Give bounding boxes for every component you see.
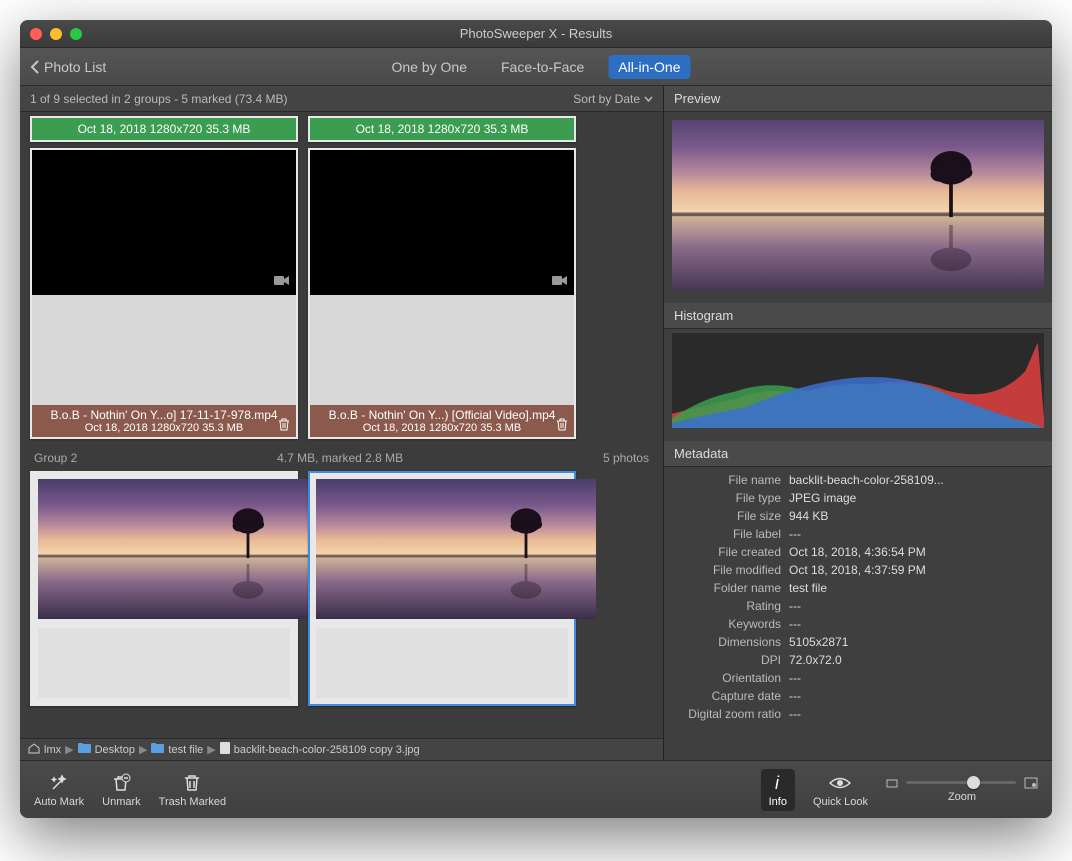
group-header: Group 2 4.7 MB, marked 2.8 MB 5 photos: [30, 445, 653, 471]
tab-one-by-one[interactable]: One by One: [382, 55, 478, 79]
group-size: 4.7 MB, marked 2.8 MB: [277, 451, 403, 465]
thumbnail-card-selected[interactable]: [308, 471, 576, 706]
video-icon: [552, 273, 568, 291]
meta-capturedate: ---: [789, 689, 1042, 703]
meta-filecreated: Oct 18, 2018, 4:36:54 PM: [789, 545, 1042, 559]
meta-dpi: 72.0x72.0: [789, 653, 1042, 667]
back-label: Photo List: [44, 59, 106, 75]
histogram: [664, 329, 1052, 441]
bottom-toolbar: Auto Mark Unmark Trash Marked i Info Qui…: [20, 760, 1052, 818]
filename-label: B.o.B - Nothin' On Y...) [Official Video…: [310, 408, 574, 422]
preview-panel-header: Preview: [664, 86, 1052, 112]
breadcrumb-segment[interactable]: lmx: [44, 744, 61, 756]
folder-icon: [78, 743, 91, 756]
meta-keywords: ---: [789, 617, 1042, 631]
breadcrumb-segment[interactable]: Desktop: [95, 744, 135, 756]
metadata-panel-header: Metadata: [664, 441, 1052, 467]
zoom-track[interactable]: [906, 781, 1016, 784]
thumbnail-card[interactable]: [30, 471, 298, 706]
thumbnail-card[interactable]: B.o.B - Nothin' On Y...) [Official Video…: [308, 148, 576, 439]
eye-icon: [829, 772, 851, 794]
unmark-icon: [111, 772, 131, 794]
sort-dropdown[interactable]: Sort by Date: [573, 92, 653, 106]
thumbnail-padding: [32, 295, 296, 405]
zoom-slider[interactable]: Zoom: [886, 777, 1038, 803]
thumbnail-card[interactable]: Oct 18, 2018 1280x720 35.3 MB: [308, 116, 576, 142]
selection-status: 1 of 9 selected in 2 groups - 5 marked (…: [30, 92, 287, 106]
meta-filesize: 944 KB: [789, 509, 1042, 523]
quick-look-button[interactable]: Quick Look: [813, 772, 868, 808]
info-button[interactable]: i Info: [761, 769, 795, 811]
thumbnail-card[interactable]: Oct 18, 2018 1280x720 35.3 MB: [30, 116, 298, 142]
meta-orientation: ---: [789, 671, 1042, 685]
video-thumbnail: [32, 150, 296, 295]
metadata-table: File namebacklit-beach-color-258109... F…: [664, 467, 1052, 727]
breadcrumb: lmx ▶ Desktop ▶ test file ▶ backlit-beac…: [20, 738, 663, 760]
histogram-panel-header: Histogram: [664, 303, 1052, 329]
meta-filelabel: ---: [789, 527, 1042, 541]
meta-filemodified: Oct 18, 2018, 4:37:59 PM: [789, 563, 1042, 577]
tab-all-in-one[interactable]: All-in-One: [608, 55, 690, 79]
tab-face-to-face[interactable]: Face-to-Face: [491, 55, 594, 79]
filename-label: B.o.B - Nothin' On Y...o] 17-11-17-978.m…: [32, 408, 296, 422]
trash-marked-button[interactable]: Trash Marked: [159, 772, 226, 808]
trash-icon: [183, 772, 201, 794]
meta-digitalzoom: ---: [789, 707, 1042, 721]
close-window-button[interactable]: [30, 28, 42, 40]
thumbnail-card[interactable]: B.o.B - Nothin' On Y...o] 17-11-17-978.m…: [30, 148, 298, 439]
titlebar: PhotoSweeper X - Results: [20, 20, 1052, 48]
breadcrumb-segment[interactable]: backlit-beach-color-258109 copy 3.jpg: [234, 744, 420, 756]
trash-icon[interactable]: [278, 418, 290, 434]
window-title: PhotoSweeper X - Results: [460, 26, 612, 41]
image-thumbnail: [38, 479, 318, 619]
file-meta-label: Oct 18, 2018 1280x720 35.3 MB: [310, 422, 574, 434]
video-icon: [274, 273, 290, 291]
info-bar-marked: B.o.B - Nothin' On Y...) [Official Video…: [310, 405, 574, 437]
svg-text:i: i: [775, 774, 780, 792]
wand-icon: [49, 772, 69, 794]
toolbar: Photo List One by One Face-to-Face All-i…: [20, 48, 1052, 86]
meta-filename: backlit-beach-color-258109...: [789, 473, 1042, 487]
minimize-window-button[interactable]: [50, 28, 62, 40]
auto-mark-button[interactable]: Auto Mark: [34, 772, 84, 808]
zoom-out-icon: [886, 778, 898, 788]
zoom-in-icon: [1024, 777, 1038, 789]
trash-icon[interactable]: [556, 418, 568, 434]
meta-rating: ---: [789, 599, 1042, 613]
breadcrumb-segment[interactable]: test file: [168, 744, 203, 756]
maximize-window-button[interactable]: [70, 28, 82, 40]
folder-icon: [151, 743, 164, 756]
file-icon: [220, 742, 230, 757]
zoom-knob[interactable]: [967, 776, 980, 789]
group-name: Group 2: [34, 451, 77, 465]
video-thumbnail: [310, 150, 574, 295]
meta-dimensions: 5105x2871: [789, 635, 1042, 649]
thumbnail-padding: [310, 295, 574, 405]
group-count: 5 photos: [603, 451, 649, 465]
meta-filetype: JPEG image: [789, 491, 1042, 505]
info-bar-marked: B.o.B - Nothin' On Y...o] 17-11-17-978.m…: [32, 405, 296, 437]
meta-foldername: test file: [789, 581, 1042, 595]
image-thumbnail: [316, 479, 596, 619]
back-button[interactable]: Photo List: [30, 59, 106, 75]
unmark-button[interactable]: Unmark: [102, 772, 141, 808]
chevron-down-icon: [644, 96, 653, 102]
info-bar-kept: Oct 18, 2018 1280x720 35.3 MB: [310, 118, 574, 140]
home-icon: [28, 743, 40, 757]
preview-image: [672, 120, 1044, 290]
info-bar-kept: Oct 18, 2018 1280x720 35.3 MB: [32, 118, 296, 140]
app-window: PhotoSweeper X - Results Photo List One …: [20, 20, 1052, 818]
file-meta-label: Oct 18, 2018 1280x720 35.3 MB: [32, 422, 296, 434]
status-bar: 1 of 9 selected in 2 groups - 5 marked (…: [20, 86, 663, 112]
info-icon: i: [770, 772, 786, 794]
